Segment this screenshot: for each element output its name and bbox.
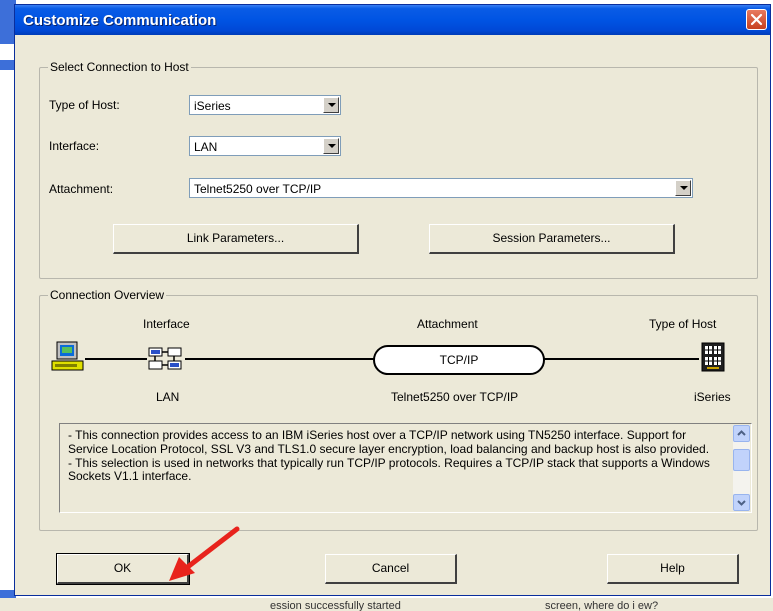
workstation-icon	[51, 341, 85, 373]
background-text-left: ession successfully started	[270, 600, 401, 611]
connector-line-middle	[185, 358, 375, 360]
lan-network-icon	[147, 345, 185, 373]
interface-select[interactable]: LAN	[189, 136, 341, 156]
scroll-down-button[interactable]	[733, 494, 750, 511]
attachment-value: Telnet5250 over TCP/IP	[194, 182, 322, 196]
type-of-host-heading: Type of Host	[649, 317, 717, 331]
customize-communication-dialog: Customize Communication Select Connectio…	[14, 4, 771, 596]
scroll-up-button[interactable]	[733, 425, 750, 442]
chevron-down-icon	[737, 500, 746, 506]
scroll-thumb[interactable]	[733, 449, 750, 471]
connector-line-right	[543, 358, 699, 360]
link-parameters-button[interactable]: Link Parameters...	[113, 224, 359, 254]
select-connection-legend: Select Connection to Host	[48, 60, 191, 74]
background-text-right: screen, where do i ew?	[545, 600, 659, 611]
cancel-button[interactable]: Cancel	[325, 554, 457, 584]
chevron-down-icon[interactable]	[675, 180, 691, 196]
interface-value: LAN	[194, 140, 218, 154]
interface-value-label: LAN	[156, 390, 180, 404]
description-textbox[interactable]: - This connection provides access to an …	[59, 423, 752, 513]
type-of-host-label: Type of Host:	[49, 98, 120, 112]
interface-label: Interface:	[49, 139, 100, 153]
close-button[interactable]	[746, 9, 767, 30]
attachment-heading: Attachment	[417, 317, 478, 331]
connection-overview-legend: Connection Overview	[48, 288, 167, 302]
connector-line-left	[85, 358, 147, 360]
protocol-badge: TCP/IP	[373, 345, 545, 375]
title-bar[interactable]: Customize Communication	[15, 5, 770, 35]
window-title: Customize Communication	[23, 12, 217, 29]
help-button[interactable]: Help	[607, 554, 739, 584]
background-window-status: ession successfully started screen, wher…	[0, 598, 773, 611]
attachment-label: Attachment:	[49, 182, 114, 196]
chevron-down-icon[interactable]	[323, 97, 339, 113]
iseries-server-icon	[699, 341, 727, 373]
session-parameters-button[interactable]: Session Parameters...	[429, 224, 675, 254]
description-scrollbar[interactable]	[733, 425, 750, 511]
close-icon	[750, 13, 763, 26]
type-of-host-select[interactable]: iSeries	[189, 95, 341, 115]
host-value-label: iSeries	[694, 390, 731, 404]
red-arrow-annotation	[169, 526, 240, 581]
chevron-down-icon[interactable]	[323, 138, 339, 154]
description-text: - This connection provides access to an …	[68, 428, 710, 484]
chevron-up-icon	[737, 430, 746, 436]
attachment-value-label: Telnet5250 over TCP/IP	[391, 390, 519, 404]
interface-heading: Interface	[143, 317, 190, 331]
protocol-text: TCP/IP	[439, 353, 479, 367]
attachment-select[interactable]: Telnet5250 over TCP/IP	[189, 178, 693, 198]
type-of-host-value: iSeries	[194, 99, 231, 113]
